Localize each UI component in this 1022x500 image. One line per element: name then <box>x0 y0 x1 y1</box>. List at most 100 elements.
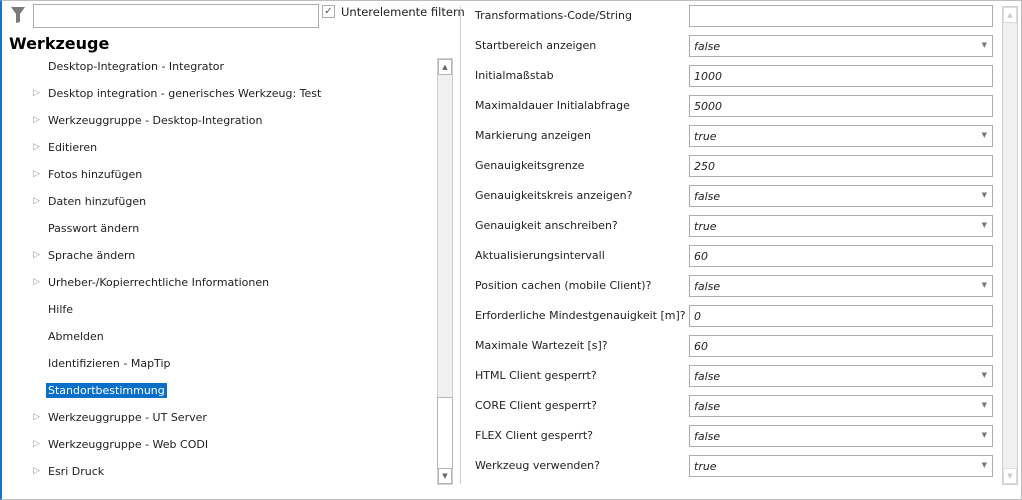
property-select[interactable]: false ▼ <box>689 35 993 57</box>
chevron-down-icon[interactable]: ▼ <box>982 41 987 49</box>
tree-item[interactable]: ▷ Esri Druck <box>33 462 106 480</box>
tree-item[interactable]: ▷ Daten hinzufügen <box>33 192 148 210</box>
tree-item-label: Daten hinzufügen <box>48 194 147 208</box>
tree-item[interactable]: Identifizieren - MapTip <box>33 354 172 372</box>
chevron-down-icon[interactable]: ▼ <box>982 371 987 379</box>
property-value: 60 <box>694 340 708 353</box>
tree-item[interactable]: Hilfe <box>33 300 75 318</box>
property-label: Markierung anzeigen <box>475 129 591 142</box>
property-select[interactable]: false ▼ <box>689 185 993 207</box>
property-value: 250 <box>694 160 715 173</box>
property-select[interactable]: true ▼ <box>689 455 993 477</box>
property-value: true <box>694 130 717 143</box>
filter-icon[interactable] <box>10 6 26 24</box>
property-input[interactable] <box>689 5 993 27</box>
property-value: false <box>694 190 721 203</box>
property-label: Position cachen (mobile Client)? <box>475 279 652 292</box>
property-input[interactable]: 0 <box>689 305 993 327</box>
scroll-down-button[interactable]: ▼ <box>1003 468 1017 484</box>
property-value: 1000 <box>694 70 722 83</box>
tree-item[interactable]: Desktop-Integration - Integrator <box>33 57 226 75</box>
tree-item-label: Esri Druck <box>48 464 105 478</box>
property-label: Maximale Wartezeit [s]? <box>475 339 608 352</box>
tree-item-label: Werkzeuggruppe - Web CODI <box>48 437 209 451</box>
property-label: Werkzeug verwenden? <box>475 459 600 472</box>
chevron-down-icon[interactable]: ▼ <box>982 131 987 139</box>
tree-item-label: Standortbestimmung <box>46 382 167 398</box>
property-label: HTML Client gesperrt? <box>475 369 597 382</box>
scroll-thumb[interactable] <box>437 397 453 469</box>
property-select[interactable]: true ▼ <box>689 125 993 147</box>
tree-item[interactable]: ▷ Sprache ändern <box>33 246 137 264</box>
tree-item[interactable]: ▷ Werkzeuggruppe - Desktop-Integration <box>33 111 265 129</box>
property-value: 60 <box>694 250 708 263</box>
tree-scrollbar[interactable]: ▲ ▼ <box>437 58 453 485</box>
scroll-up-button[interactable]: ▲ <box>1003 7 1017 23</box>
property-value: false <box>694 370 721 383</box>
filter-search-input[interactable] <box>33 4 319 28</box>
property-label: Genauigkeitskreis anzeigen? <box>475 189 633 202</box>
tree-item-label: Sprache ändern <box>48 248 136 262</box>
tree-item-label: Urheber-/Kopierrechtliche Informationen <box>48 275 270 289</box>
property-input[interactable]: 60 <box>689 245 993 267</box>
tree-item[interactable]: Passwort ändern <box>33 219 141 237</box>
tree-item[interactable]: Standortbestimmung <box>33 381 167 399</box>
tree-item-label: Werkzeuggruppe - UT Server <box>48 410 207 424</box>
property-select[interactable]: false ▼ <box>689 365 993 387</box>
property-input[interactable]: 5000 <box>689 95 993 117</box>
tree-item[interactable]: ▷ Werkzeuggruppe - Web CODI <box>33 435 210 453</box>
property-value: false <box>694 400 721 413</box>
property-input[interactable]: 1000 <box>689 65 993 87</box>
chevron-down-icon[interactable]: ▼ <box>982 281 987 289</box>
chevron-down-icon[interactable]: ▼ <box>982 431 987 439</box>
property-input[interactable]: 60 <box>689 335 993 357</box>
chevron-down-icon[interactable]: ▼ <box>982 461 987 469</box>
panel-divider[interactable] <box>460 6 461 484</box>
property-select[interactable]: true ▼ <box>689 215 993 237</box>
tree-item[interactable]: ▷ Urheber-/Kopierrechtliche Informationen <box>33 273 271 291</box>
chevron-down-icon[interactable]: ▼ <box>982 401 987 409</box>
property-label: Startbereich anzeigen <box>475 39 597 52</box>
property-value: 5000 <box>694 100 722 113</box>
filter-subelements-label: Unterelemente filtern <box>341 5 465 19</box>
tree-item[interactable]: ▷ Fotos hinzufügen <box>33 165 144 183</box>
tree-item-label: Desktop integration - generisches Werkze… <box>48 86 322 100</box>
chevron-down-icon[interactable]: ▼ <box>982 221 987 229</box>
scroll-up-button[interactable]: ▲ <box>438 59 452 75</box>
tree-item-label: Identifizieren - MapTip <box>48 356 171 370</box>
property-label: Genauigkeitsgrenze <box>475 159 585 172</box>
tree-item[interactable]: Abmelden <box>33 327 106 345</box>
tree-item-label: Fotos hinzufügen <box>48 167 143 181</box>
property-value: true <box>694 460 717 473</box>
tree-item-label: Hilfe <box>48 302 74 316</box>
property-value: false <box>694 40 721 53</box>
property-label: Transformations-Code/String <box>475 9 632 22</box>
property-label: Initialmaßstab <box>475 69 554 82</box>
property-scrollbar[interactable]: ▲ ▼ <box>1002 6 1018 485</box>
tree-item-label: Editieren <box>48 140 98 154</box>
tree-item-label: Werkzeuggruppe - Desktop-Integration <box>48 113 263 127</box>
panel-heading: Werkzeuge <box>9 34 110 53</box>
property-label: FLEX Client gesperrt? <box>475 429 594 442</box>
property-label: Erforderliche Mindestgenauigkeit [m]? <box>475 309 686 322</box>
tree-item[interactable]: ▷ Werkzeuggruppe - UT Server <box>33 408 209 426</box>
tree-item[interactable]: ▷ Desktop integration - generisches Werkz… <box>33 84 323 102</box>
tree-item[interactable]: ▷ Editieren <box>33 138 99 156</box>
property-select[interactable]: false ▼ <box>689 275 993 297</box>
tree-item-label: Desktop-Integration - Integrator <box>48 59 225 73</box>
chevron-down-icon[interactable]: ▼ <box>982 191 987 199</box>
scroll-down-button[interactable]: ▼ <box>438 468 452 484</box>
filter-subelements-checkbox[interactable]: ✓ <box>322 5 335 18</box>
property-label: Maximaldauer Initialabfrage <box>475 99 630 112</box>
tree-item-label: Passwort ändern <box>48 221 140 235</box>
property-label: Aktualisierungsintervall <box>475 249 605 262</box>
property-select[interactable]: false ▼ <box>689 425 993 447</box>
property-input[interactable]: 250 <box>689 155 993 177</box>
property-value: false <box>694 430 721 443</box>
tree-item-label: Abmelden <box>48 329 104 343</box>
property-value: 0 <box>694 310 701 323</box>
property-label: Genauigkeit anschreiben? <box>475 219 618 232</box>
property-select[interactable]: false ▼ <box>689 395 993 417</box>
property-value: false <box>694 280 721 293</box>
property-label: CORE Client gesperrt? <box>475 399 598 412</box>
